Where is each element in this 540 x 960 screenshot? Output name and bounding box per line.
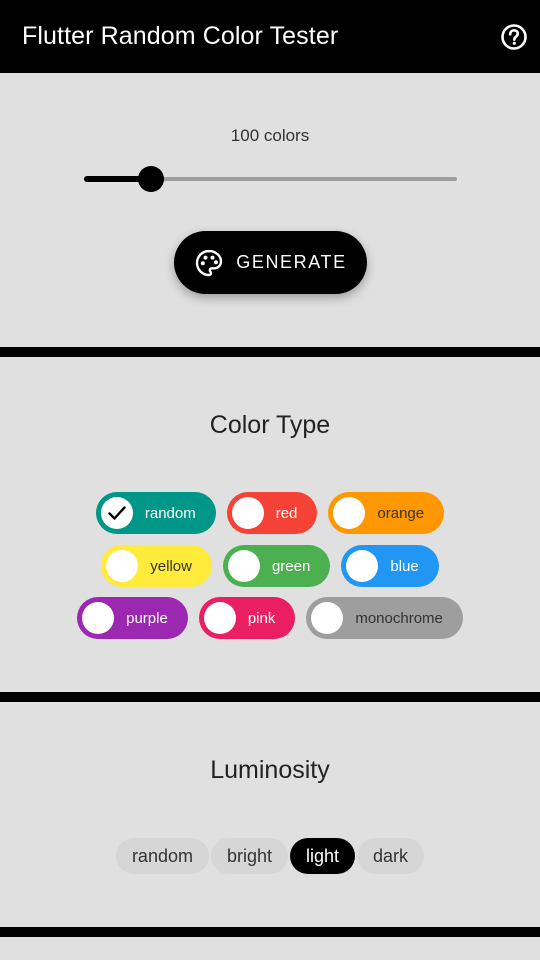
generator-section: [0, 73, 540, 347]
toggle-knob: [106, 550, 139, 582]
color-type-heading: Color Type: [209, 411, 331, 439]
app-title: Flutter Random Color Tester: [22, 22, 339, 50]
help-circle-icon[interactable]: [500, 23, 528, 51]
chip-label: orange: [377, 504, 425, 522]
luminosity-option-dark[interactable]: dark: [357, 838, 425, 874]
toggle-knob: [82, 602, 115, 634]
color-count-slider[interactable]: [84, 165, 457, 193]
color-type-row: purple pink monochrome: [0, 597, 540, 639]
chip-label: red: [275, 504, 298, 522]
color-type-chip-pink[interactable]: pink: [198, 597, 296, 639]
color-type-chip-red[interactable]: red: [226, 492, 318, 534]
generate-button[interactable]: GENERATE: [174, 231, 367, 294]
toggle-knob: [311, 602, 344, 634]
chip-label: blue: [390, 557, 419, 575]
luminosity-option-light[interactable]: light: [290, 838, 356, 874]
generate-button-label: GENERATE: [236, 252, 347, 272]
chip-label: purple: [126, 609, 168, 627]
toggle-knob: [346, 550, 379, 582]
luminosity-section: [0, 702, 540, 927]
chip-label: random: [144, 504, 196, 522]
luminosity-option-bright[interactable]: bright: [210, 838, 288, 874]
color-type-chip-random[interactable]: random: [95, 492, 216, 534]
color-type-chip-purple[interactable]: purple: [77, 597, 188, 639]
section-divider: [0, 692, 540, 702]
color-type-chip-green[interactable]: green: [222, 545, 331, 587]
chip-label: yellow: [150, 557, 192, 575]
color-type-chip-monochrome[interactable]: monochrome: [306, 597, 463, 639]
luminosity-selector: random bright light dark: [0, 838, 540, 874]
toggle-knob: [231, 497, 264, 529]
check-icon: [100, 497, 133, 529]
next-section: [0, 937, 540, 960]
toggle-knob: [333, 497, 366, 529]
toggle-knob: [203, 602, 236, 634]
luminosity-option-random[interactable]: random: [115, 838, 209, 874]
luminosity-heading: Luminosity: [210, 756, 330, 784]
color-type-row: random red orange: [0, 492, 540, 534]
color-type-chip-orange[interactable]: orange: [328, 492, 445, 534]
color-type-chip-yellow[interactable]: yellow: [101, 545, 212, 587]
chip-label: monochrome: [355, 609, 443, 627]
toggle-knob: [227, 550, 260, 582]
slider-thumb[interactable]: [137, 166, 164, 192]
section-divider: [0, 347, 540, 357]
palette-icon: [196, 249, 223, 276]
section-divider: [0, 927, 540, 937]
chip-label: pink: [247, 609, 276, 627]
color-count-label: 100 colors: [230, 126, 310, 145]
app-bar: Flutter Random Color Tester: [0, 0, 540, 73]
color-type-row: yellow green blue: [0, 545, 540, 587]
color-type-chip-blue[interactable]: blue: [341, 545, 439, 587]
chip-label: green: [271, 557, 311, 575]
